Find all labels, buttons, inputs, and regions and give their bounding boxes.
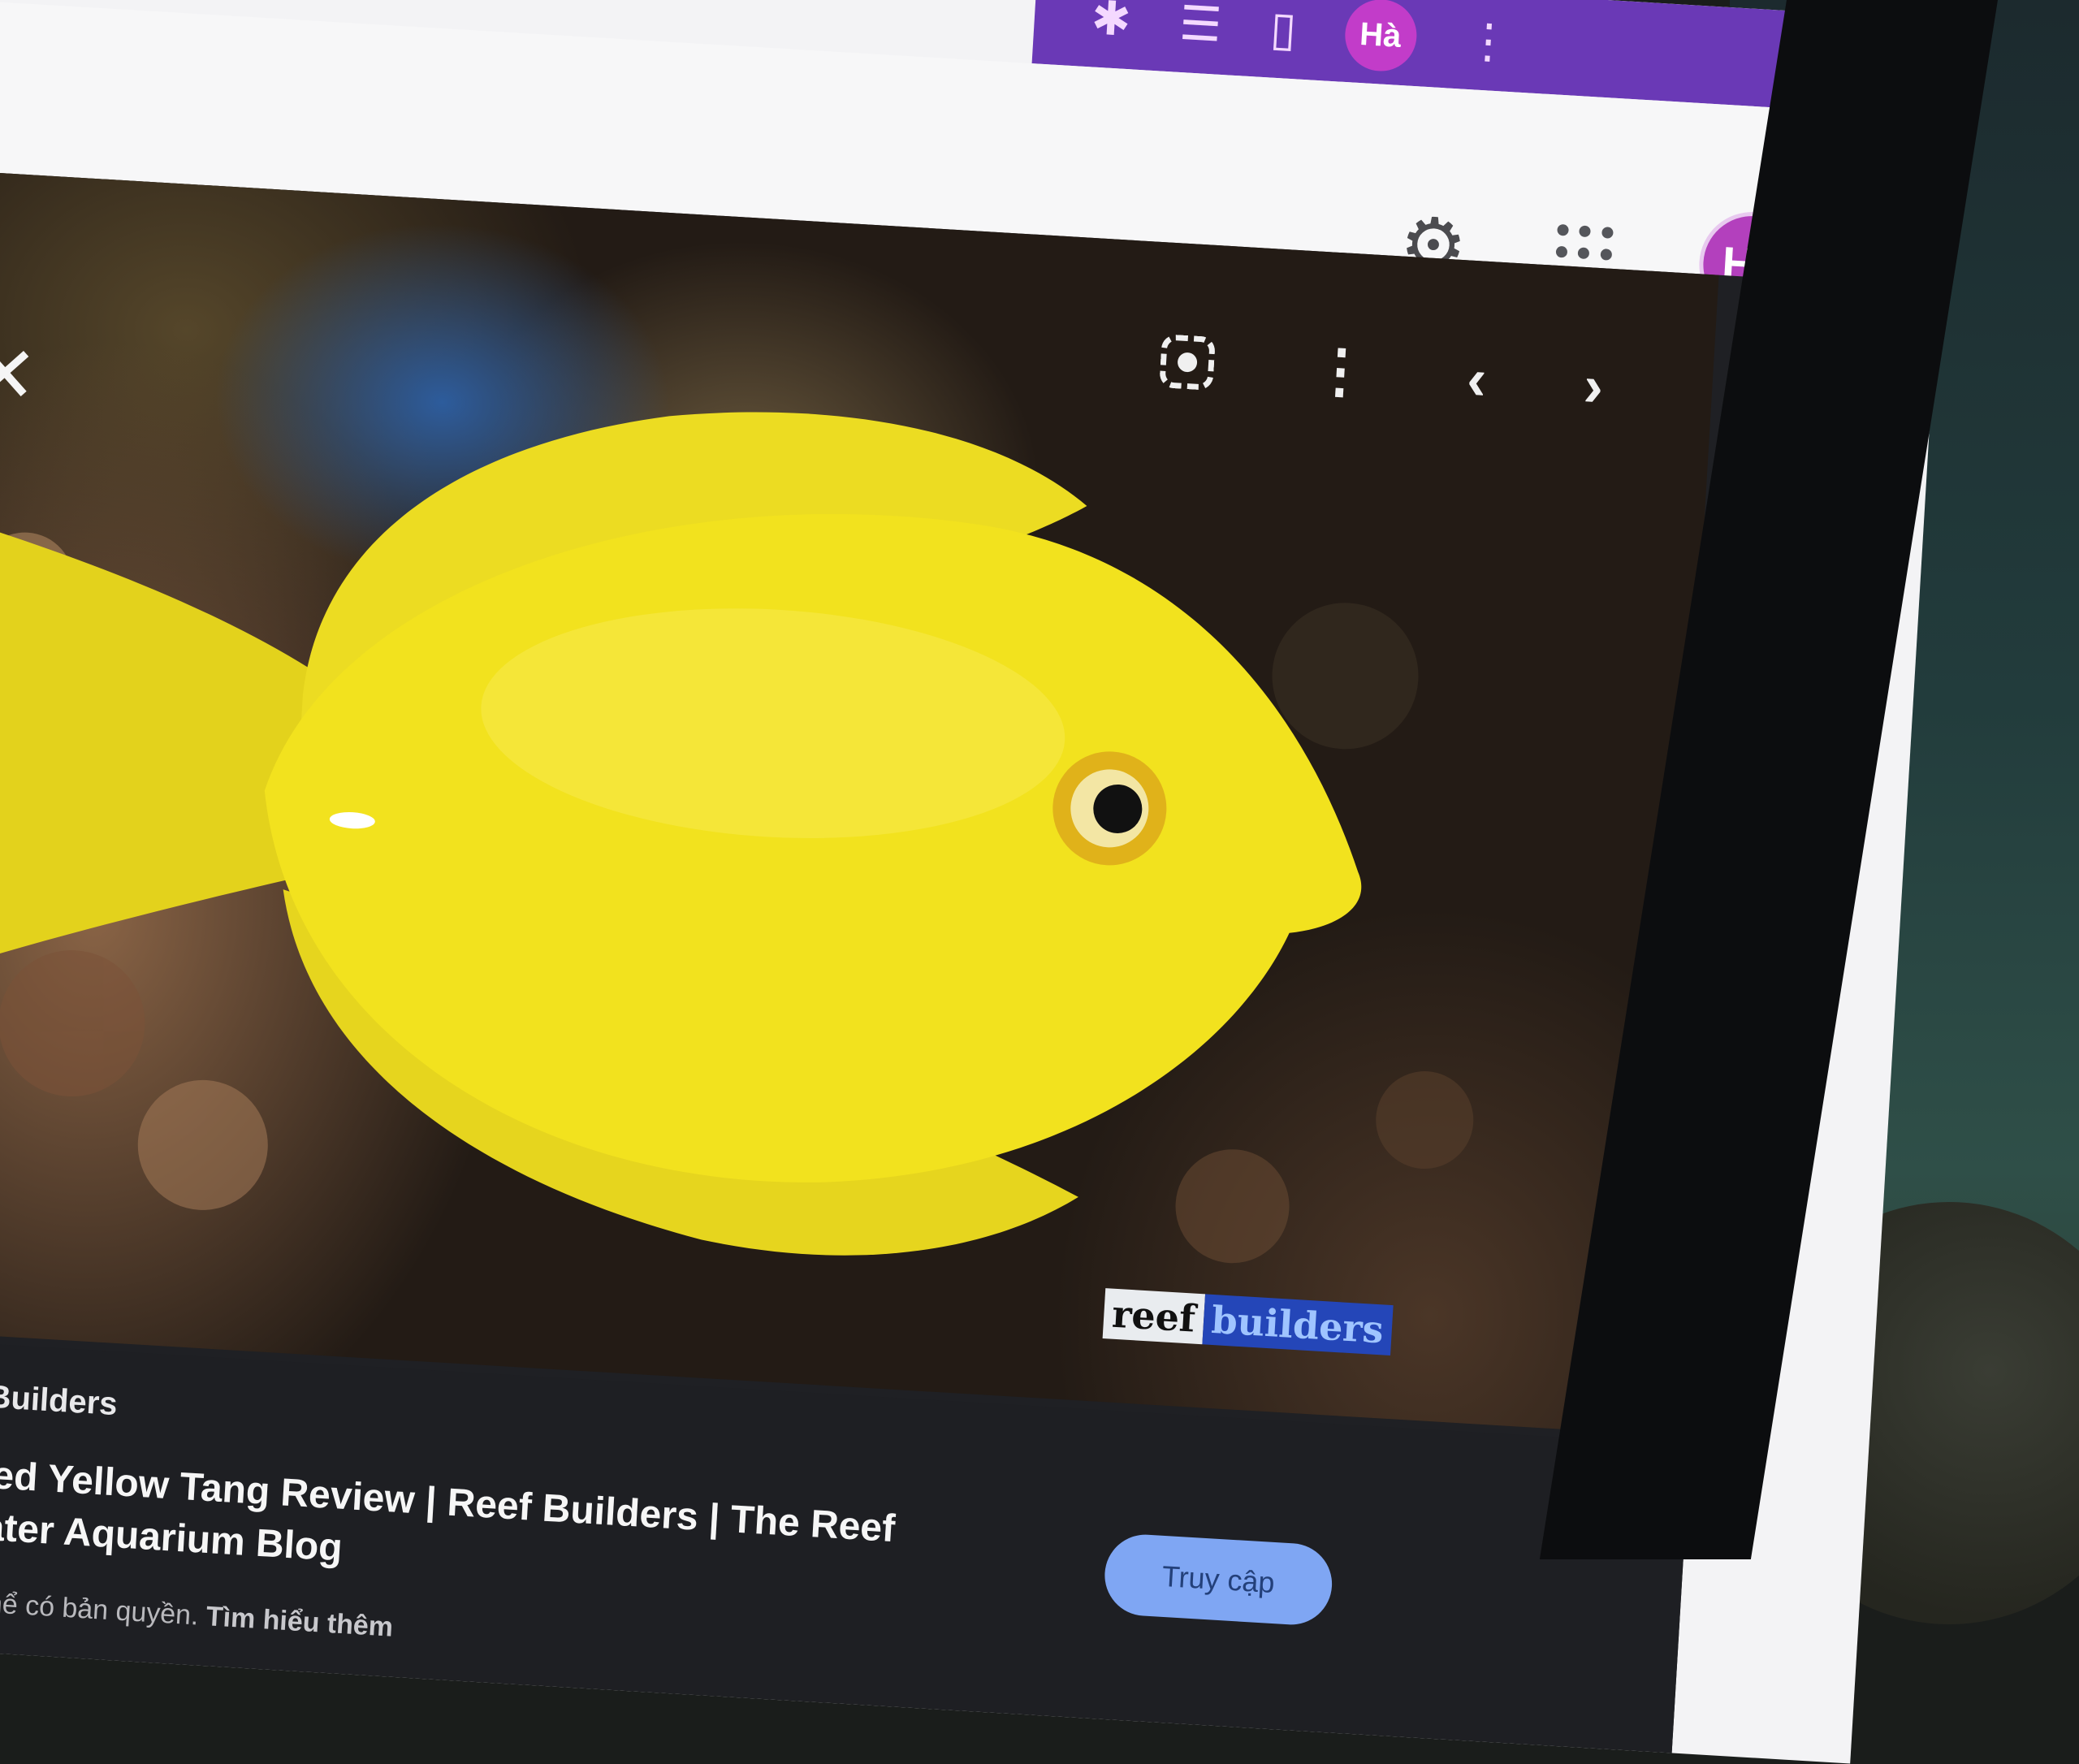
image-viewer: ✕ ⋮ ‹ › reef builders Reef Builders apti… xyxy=(0,170,1760,1753)
close-icon[interactable]: ✕ xyxy=(0,329,40,420)
result-title[interactable]: aptive Bred Yellow Tang Review | Reef Bu… xyxy=(0,1440,979,1612)
more-options-icon[interactable]: ⋮ xyxy=(1309,337,1372,405)
learn-more-link[interactable]: Tìm hiểu thêm xyxy=(205,1601,394,1643)
previous-icon[interactable]: ‹ xyxy=(1465,347,1489,413)
preview-image[interactable]: ✕ ⋮ ‹ › reef builders xyxy=(0,170,1719,1435)
next-icon[interactable]: › xyxy=(1582,353,1606,419)
puzzle-icon[interactable]: ✱ xyxy=(1090,0,1132,46)
bookmark-icon[interactable]: ☰ xyxy=(1178,0,1224,52)
lens-search-icon[interactable] xyxy=(1159,334,1216,391)
profile-avatar[interactable]: Hà xyxy=(1342,0,1419,74)
copyright-notice: nh ảnh có thể có bản quyền. Tìm hiểu thê… xyxy=(0,1580,394,1644)
source-name[interactable]: Reef Builders xyxy=(0,1373,119,1422)
watermark-part1: reef xyxy=(1102,1288,1205,1345)
visit-button[interactable]: Truy cập xyxy=(1102,1532,1334,1628)
copyright-text: nh ảnh có thể có bản quyền. xyxy=(0,1580,200,1632)
sidepanel-icon[interactable]: ▯ xyxy=(1269,2,1298,56)
menu-icon[interactable]: ⋮ xyxy=(1463,14,1514,69)
